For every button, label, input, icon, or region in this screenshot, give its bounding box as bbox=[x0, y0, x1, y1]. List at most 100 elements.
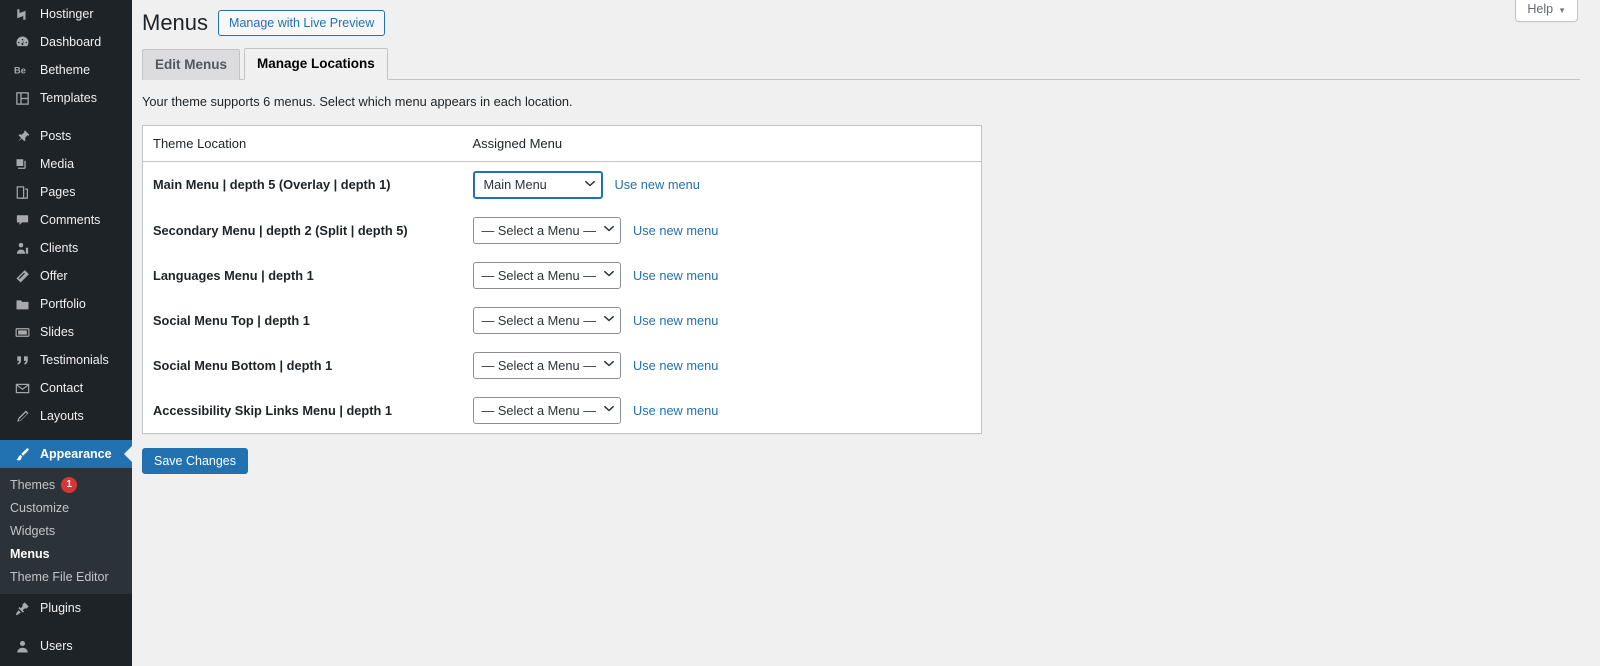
use-new-menu-link[interactable]: Use new menu bbox=[633, 403, 718, 418]
assigned-menu-select[interactable]: — Select a Menu — bbox=[472, 306, 622, 334]
chevron-down-icon bbox=[604, 405, 614, 414]
templates-icon bbox=[12, 88, 32, 108]
table-row: Social Menu Bottom | depth 1 — Select a M… bbox=[143, 343, 982, 388]
sidebar-item-label: Dashboard bbox=[40, 34, 102, 49]
submenu-item-label: Customize bbox=[10, 500, 70, 515]
sidebar-item-plugins[interactable]: Plugins bbox=[0, 594, 132, 622]
chevron-down-icon bbox=[584, 180, 595, 189]
sidebar-item-appearance[interactable]: Appearance bbox=[0, 440, 132, 468]
dashboard-icon bbox=[12, 32, 32, 52]
tab-manage-locations[interactable]: Manage Locations bbox=[244, 47, 388, 80]
chevron-down-icon bbox=[604, 270, 614, 279]
assigned-menu-cell: — Select a Menu — Use new menu bbox=[463, 343, 982, 388]
assign-menu-group: — Select a Menu — Use new menu bbox=[472, 351, 972, 379]
submenu-item-customize[interactable]: Customize bbox=[0, 496, 132, 519]
submenu-item-label: Themes bbox=[10, 477, 56, 492]
assigned-menu-value: Main Menu bbox=[483, 177, 547, 193]
pages-icon bbox=[12, 182, 32, 202]
tab-edit-menus[interactable]: Edit Menus bbox=[142, 48, 241, 80]
sidebar-separator bbox=[0, 430, 132, 440]
sidebar-item-label: Contact bbox=[40, 380, 84, 395]
svg-text:Be: Be bbox=[14, 65, 26, 75]
assigned-menu-cell: — Select a Menu — Use new menu bbox=[463, 208, 982, 253]
save-changes-button[interactable]: Save Changes bbox=[142, 447, 249, 474]
pencil-icon bbox=[12, 406, 32, 426]
assigned-menu-select[interactable]: — Select a Menu — bbox=[472, 261, 622, 289]
user-icon bbox=[12, 636, 32, 656]
table-row: Secondary Menu | depth 2 (Split | depth … bbox=[143, 208, 982, 253]
page-title: Menus bbox=[142, 10, 209, 35]
sidebar-item-betheme[interactable]: Be Betheme bbox=[0, 56, 132, 84]
media-icon bbox=[12, 154, 32, 174]
brush-icon bbox=[12, 444, 32, 464]
use-new-menu-link[interactable]: Use new menu bbox=[633, 223, 718, 238]
submenu-item-label: Menus bbox=[10, 546, 50, 561]
assigned-menu-cell: — Select a Menu — Use new menu bbox=[463, 388, 982, 434]
sidebar-item-slides[interactable]: Slides bbox=[0, 318, 132, 346]
plug-icon bbox=[12, 598, 32, 618]
assign-menu-group: — Select a Menu — Use new menu bbox=[472, 306, 972, 334]
assigned-menu-select[interactable]: Main Menu bbox=[472, 170, 603, 199]
theme-location-label: Secondary Menu | depth 2 (Split | depth … bbox=[153, 222, 408, 238]
help-tab-button[interactable]: Help ▼ bbox=[1515, 0, 1578, 22]
use-new-menu-link[interactable]: Use new menu bbox=[633, 268, 718, 283]
use-new-menu-link[interactable]: Use new menu bbox=[615, 177, 700, 192]
assigned-menu-select[interactable]: — Select a Menu — bbox=[472, 216, 622, 244]
sidebar-item-clients[interactable]: Clients bbox=[0, 234, 132, 262]
sidebar-item-label: Comments bbox=[40, 212, 101, 227]
assigned-menu-select[interactable]: — Select a Menu — bbox=[472, 351, 622, 379]
sidebar-item-testimonials[interactable]: Testimonials bbox=[0, 346, 132, 374]
submenu-item-theme-file-editor[interactable]: Theme File Editor bbox=[0, 565, 132, 588]
column-header-assigned-menu: Assigned Menu bbox=[462, 125, 982, 162]
chevron-down-icon bbox=[604, 360, 614, 369]
slides-icon bbox=[12, 322, 32, 342]
sidebar-item-dashboard[interactable]: Dashboard bbox=[0, 28, 132, 56]
assign-menu-group: — Select a Menu — Use new menu bbox=[472, 216, 972, 244]
theme-support-description: Your theme supports 6 menus. Select whic… bbox=[142, 93, 573, 109]
assigned-menu-cell: Main Menu Use new menu bbox=[463, 161, 982, 208]
theme-location-label: Languages Menu | depth 1 bbox=[153, 267, 314, 283]
sidebar-item-posts[interactable]: Posts bbox=[0, 122, 132, 150]
sidebar-item-pages[interactable]: Pages bbox=[0, 178, 132, 206]
sidebar-item-users[interactable]: Users bbox=[0, 632, 132, 660]
table-head: Theme Location Assigned Menu bbox=[142, 125, 982, 162]
sidebar-item-templates[interactable]: Templates bbox=[0, 84, 132, 112]
sidebar-item-label: Plugins bbox=[40, 600, 81, 615]
sidebar-separator bbox=[0, 112, 132, 122]
sidebar-item-media[interactable]: Media bbox=[0, 150, 132, 178]
sidebar-item-contact[interactable]: Contact bbox=[0, 374, 132, 402]
submenu-item-widgets[interactable]: Widgets bbox=[0, 519, 132, 542]
clients-icon bbox=[12, 238, 32, 258]
sidebar-item-label: Pages bbox=[40, 184, 76, 199]
sidebar-item-portfolio[interactable]: Portfolio bbox=[0, 290, 132, 318]
help-label: Help bbox=[1527, 2, 1554, 16]
portfolio-icon bbox=[12, 294, 32, 314]
sidebar-separator bbox=[0, 622, 132, 632]
assigned-menu-select[interactable]: — Select a Menu — bbox=[472, 396, 622, 424]
sidebar-item-label: Hostinger bbox=[40, 6, 94, 21]
sidebar-item-comments[interactable]: Comments bbox=[0, 206, 132, 234]
assigned-menu-value: — Select a Menu — bbox=[481, 222, 597, 238]
sidebar-item-label: Appearance bbox=[40, 446, 112, 461]
sidebar-item-offer[interactable]: Offer bbox=[0, 262, 132, 290]
pin-icon bbox=[12, 126, 32, 146]
sidebar-item-hostinger[interactable]: Hostinger bbox=[0, 0, 132, 28]
theme-location-label: Social Menu Bottom | depth 1 bbox=[153, 357, 333, 373]
assign-menu-group: Main Menu Use new menu bbox=[472, 170, 972, 199]
sidebar-item-label: Slides bbox=[40, 324, 75, 339]
sidebar-item-layouts[interactable]: Layouts bbox=[0, 402, 132, 430]
table-row: Main Menu | depth 5 (Overlay | depth 1) M… bbox=[143, 161, 982, 208]
hostinger-icon bbox=[12, 4, 32, 24]
submenu-item-themes[interactable]: Themes 1 bbox=[0, 473, 132, 496]
manage-with-live-preview-button[interactable]: Manage with Live Preview bbox=[218, 10, 386, 37]
sidebar-item-label: Templates bbox=[40, 90, 97, 105]
submenu-item-label: Widgets bbox=[10, 523, 56, 538]
use-new-menu-link[interactable]: Use new menu bbox=[633, 358, 718, 373]
submenu-item-menus[interactable]: Menus bbox=[0, 542, 132, 565]
admin-sidebar: Hostinger Dashboard Be Betheme Templates Post… bbox=[0, 0, 132, 666]
use-new-menu-link[interactable]: Use new menu bbox=[633, 313, 718, 328]
update-count-badge: 1 bbox=[61, 476, 78, 493]
table-row: Languages Menu | depth 1 — Select a Menu … bbox=[143, 253, 982, 298]
table-body: Main Menu | depth 5 (Overlay | depth 1) M… bbox=[143, 161, 982, 433]
assign-menu-group: — Select a Menu — Use new menu bbox=[472, 396, 972, 424]
